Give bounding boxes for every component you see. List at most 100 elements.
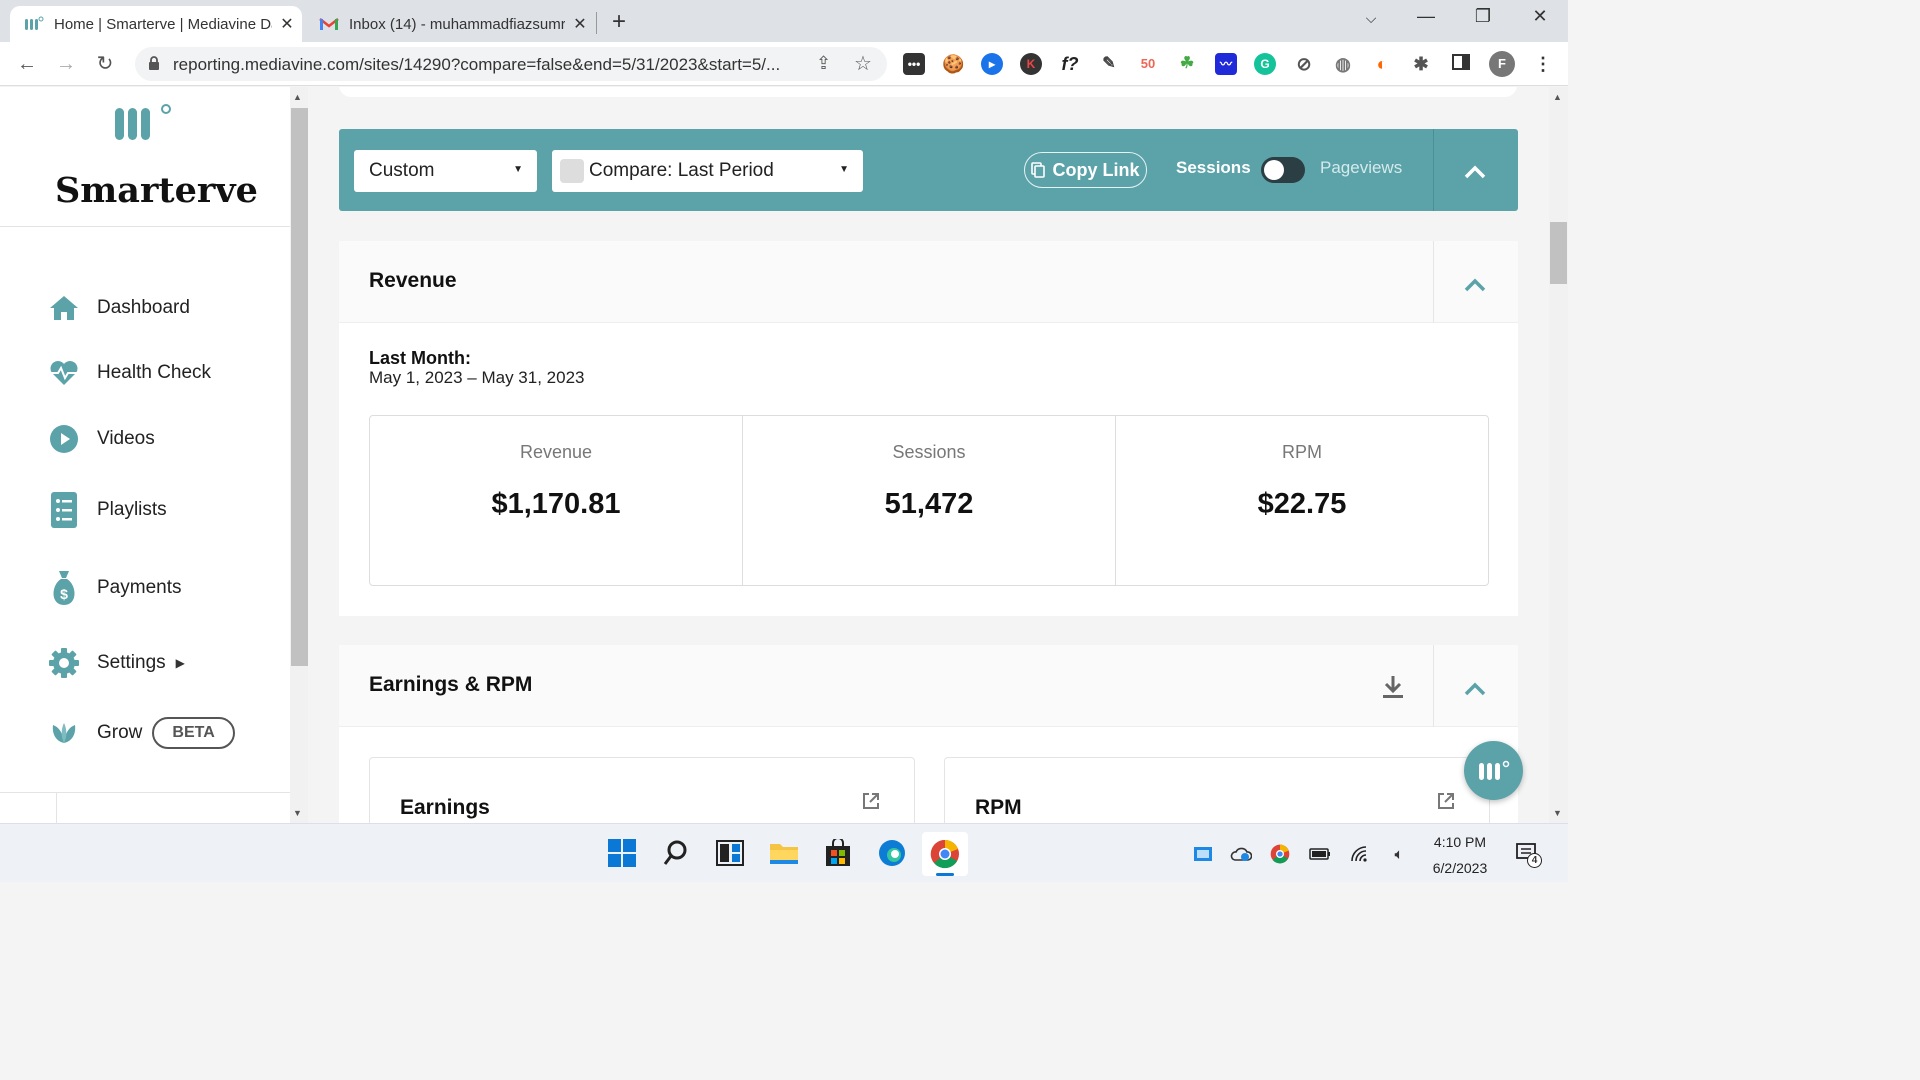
reload-icon[interactable]: ↻ bbox=[91, 50, 119, 78]
minimize-icon[interactable]: — bbox=[1406, 6, 1446, 27]
scroll-down-arrow-icon[interactable]: ▼ bbox=[1553, 808, 1562, 818]
extension-blue-icon[interactable]: ▸ bbox=[981, 53, 1003, 75]
widgets-icon[interactable] bbox=[714, 837, 746, 869]
notification-count-badge: 4 bbox=[1527, 853, 1542, 868]
stat-value: $1,170.81 bbox=[491, 488, 621, 520]
extensions-puzzle-icon[interactable]: ✱ bbox=[1410, 53, 1432, 75]
notifications-icon[interactable]: 4 bbox=[1516, 842, 1542, 868]
caret-down-icon: ▼ bbox=[839, 164, 849, 175]
revenue-card: Revenue Last Month: May 1, 2023 – May 31… bbox=[339, 241, 1518, 616]
url-text: reporting.mediavine.com/sites/14290?comp… bbox=[173, 55, 781, 74]
chrome-menu-icon[interactable]: ⋮ bbox=[1532, 53, 1554, 75]
battery-icon[interactable] bbox=[1309, 843, 1331, 865]
bookmark-star-icon[interactable]: ☆ bbox=[854, 51, 872, 76]
file-explorer-icon[interactable] bbox=[768, 837, 800, 869]
sidebar-item-health-check[interactable]: Health Check bbox=[47, 356, 211, 390]
header-divider bbox=[1433, 241, 1434, 323]
forward-icon[interactable]: → bbox=[52, 50, 80, 78]
help-chat-button[interactable] bbox=[1464, 741, 1523, 800]
seo-extension-icon[interactable]: 50 bbox=[1137, 53, 1159, 75]
open-external-icon[interactable] bbox=[1436, 791, 1456, 811]
stat-value: $22.75 bbox=[1257, 488, 1347, 520]
sessions-pageviews-toggle[interactable] bbox=[1261, 157, 1305, 183]
sidebar-item-videos[interactable]: Videos bbox=[47, 422, 155, 456]
main-scrollbar[interactable] bbox=[1549, 87, 1568, 823]
tab-gmail[interactable]: Inbox (14) - muhammadfiazsumr ✕ bbox=[305, 6, 595, 42]
extension-chart-icon[interactable]: 〰 bbox=[1215, 53, 1237, 75]
extension-orange-icon[interactable]: ◐ bbox=[1371, 53, 1393, 75]
clock-time: 4:10 PM bbox=[1433, 834, 1487, 850]
collapse-earnings-chevron-up-icon[interactable] bbox=[1463, 677, 1487, 701]
eyedropper-extension-icon[interactable]: ✎ bbox=[1098, 53, 1120, 75]
filter-bar: Custom ▼ Compare: Last Period ▼ Copy Lin… bbox=[339, 129, 1518, 211]
globe-extension-icon[interactable]: ◍ bbox=[1332, 53, 1354, 75]
side-panel-icon[interactable] bbox=[1450, 53, 1472, 75]
date-range-value: Custom bbox=[369, 160, 435, 181]
copy-link-button[interactable]: Copy Link bbox=[1024, 152, 1147, 188]
address-bar[interactable]: reporting.mediavine.com/sites/14290?comp… bbox=[135, 47, 887, 81]
sidebar-footer-divider bbox=[56, 793, 57, 823]
close-window-icon[interactable]: ✕ bbox=[1520, 6, 1560, 27]
compare-select[interactable]: Compare: Last Period ▼ bbox=[552, 150, 863, 192]
sidebar-item-label: Settings bbox=[97, 652, 166, 673]
back-icon[interactable]: ← bbox=[13, 50, 41, 78]
extension-green-icon[interactable]: ☘ bbox=[1176, 53, 1198, 75]
collapse-revenue-chevron-up-icon[interactable] bbox=[1463, 273, 1487, 297]
onedrive-icon[interactable] bbox=[1230, 843, 1252, 865]
tab-title: Home | Smarterve | Mediavine Da bbox=[54, 15, 272, 33]
chrome-taskbar-icon[interactable] bbox=[922, 832, 968, 876]
sidebar-item-settings[interactable]: Settings ▶ bbox=[47, 646, 185, 680]
pageviews-label: Pageviews bbox=[1320, 158, 1403, 177]
stat-sessions: Sessions 51,472 bbox=[743, 416, 1116, 585]
new-tab-icon[interactable]: + bbox=[612, 8, 626, 36]
scroll-up-arrow-icon[interactable]: ▲ bbox=[1553, 92, 1562, 102]
microsoft-store-icon[interactable] bbox=[822, 837, 854, 869]
play-icon bbox=[47, 422, 81, 456]
revenue-card-title: Revenue bbox=[369, 269, 457, 292]
windows-start-icon[interactable] bbox=[606, 837, 638, 869]
period-range: May 1, 2023 – May 31, 2023 bbox=[369, 368, 585, 387]
stat-label: Revenue bbox=[519, 442, 593, 462]
open-external-icon[interactable] bbox=[861, 791, 881, 811]
wifi-icon[interactable] bbox=[1349, 843, 1371, 865]
edge-icon[interactable] bbox=[876, 837, 908, 869]
scroll-up-arrow-icon[interactable]: ▲ bbox=[293, 92, 302, 102]
tray-app-icon[interactable] bbox=[1192, 843, 1214, 865]
stat-label: Sessions bbox=[892, 442, 966, 462]
tab-search-chevron-icon[interactable]: ⌵ bbox=[1351, 10, 1391, 27]
search-icon[interactable] bbox=[660, 837, 692, 869]
scroll-down-arrow-icon[interactable]: ▼ bbox=[293, 808, 302, 818]
sidebar-item-playlists[interactable]: Playlists bbox=[47, 492, 167, 528]
close-tab-icon[interactable]: ✕ bbox=[272, 14, 302, 34]
extension-circle-icon[interactable]: ⊘ bbox=[1293, 53, 1315, 75]
main-content: Custom ▼ Compare: Last Period ▼ Copy Lin… bbox=[308, 87, 1549, 823]
sidebar-item-dashboard[interactable]: Dashboard bbox=[47, 291, 190, 325]
toggle-knob bbox=[1264, 160, 1284, 180]
collapse-filters-chevron-up-icon[interactable] bbox=[1463, 160, 1487, 184]
extension-dots-icon[interactable]: ••• bbox=[903, 53, 925, 75]
sidebar-scrollbar-thumb[interactable] bbox=[291, 108, 308, 666]
download-icon[interactable] bbox=[1381, 674, 1405, 700]
sidebar-item-grow[interactable]: Grow BETA bbox=[47, 716, 235, 750]
chrome-tray-icon[interactable] bbox=[1269, 843, 1291, 865]
sidebar-item-label: Health Check bbox=[97, 362, 212, 383]
copy-link-label: Copy Link bbox=[1052, 159, 1140, 180]
tab-smarterve[interactable]: Home | Smarterve | Mediavine Da ✕ bbox=[10, 6, 302, 42]
grammarly-icon[interactable]: G bbox=[1254, 53, 1276, 75]
sidebar-item-payments[interactable]: $ Payments bbox=[47, 571, 181, 605]
gear-icon bbox=[47, 646, 81, 680]
revenue-stats: Revenue $1,170.81 Sessions 51,472 RPM $2… bbox=[369, 415, 1489, 586]
earnings-subcard: Earnings bbox=[369, 757, 915, 823]
main-scrollbar-thumb[interactable] bbox=[1550, 222, 1567, 284]
profile-avatar[interactable]: F bbox=[1489, 51, 1515, 77]
date-range-select[interactable]: Custom ▼ bbox=[354, 150, 537, 192]
cookie-extension-icon[interactable]: 🍪 bbox=[942, 53, 964, 75]
close-tab-icon[interactable]: ✕ bbox=[565, 14, 595, 34]
system-clock[interactable]: 4:10 PM 6/2/2023 bbox=[1420, 832, 1500, 878]
compare-checkbox[interactable] bbox=[560, 159, 584, 183]
volume-icon[interactable]: 🔈︎ bbox=[1388, 843, 1410, 865]
restore-icon[interactable]: ❐ bbox=[1463, 6, 1503, 27]
share-icon[interactable]: ⇪ bbox=[816, 53, 831, 74]
extension-k-icon[interactable]: K bbox=[1020, 53, 1042, 75]
whatfont-extension-icon[interactable]: f? bbox=[1059, 53, 1081, 75]
